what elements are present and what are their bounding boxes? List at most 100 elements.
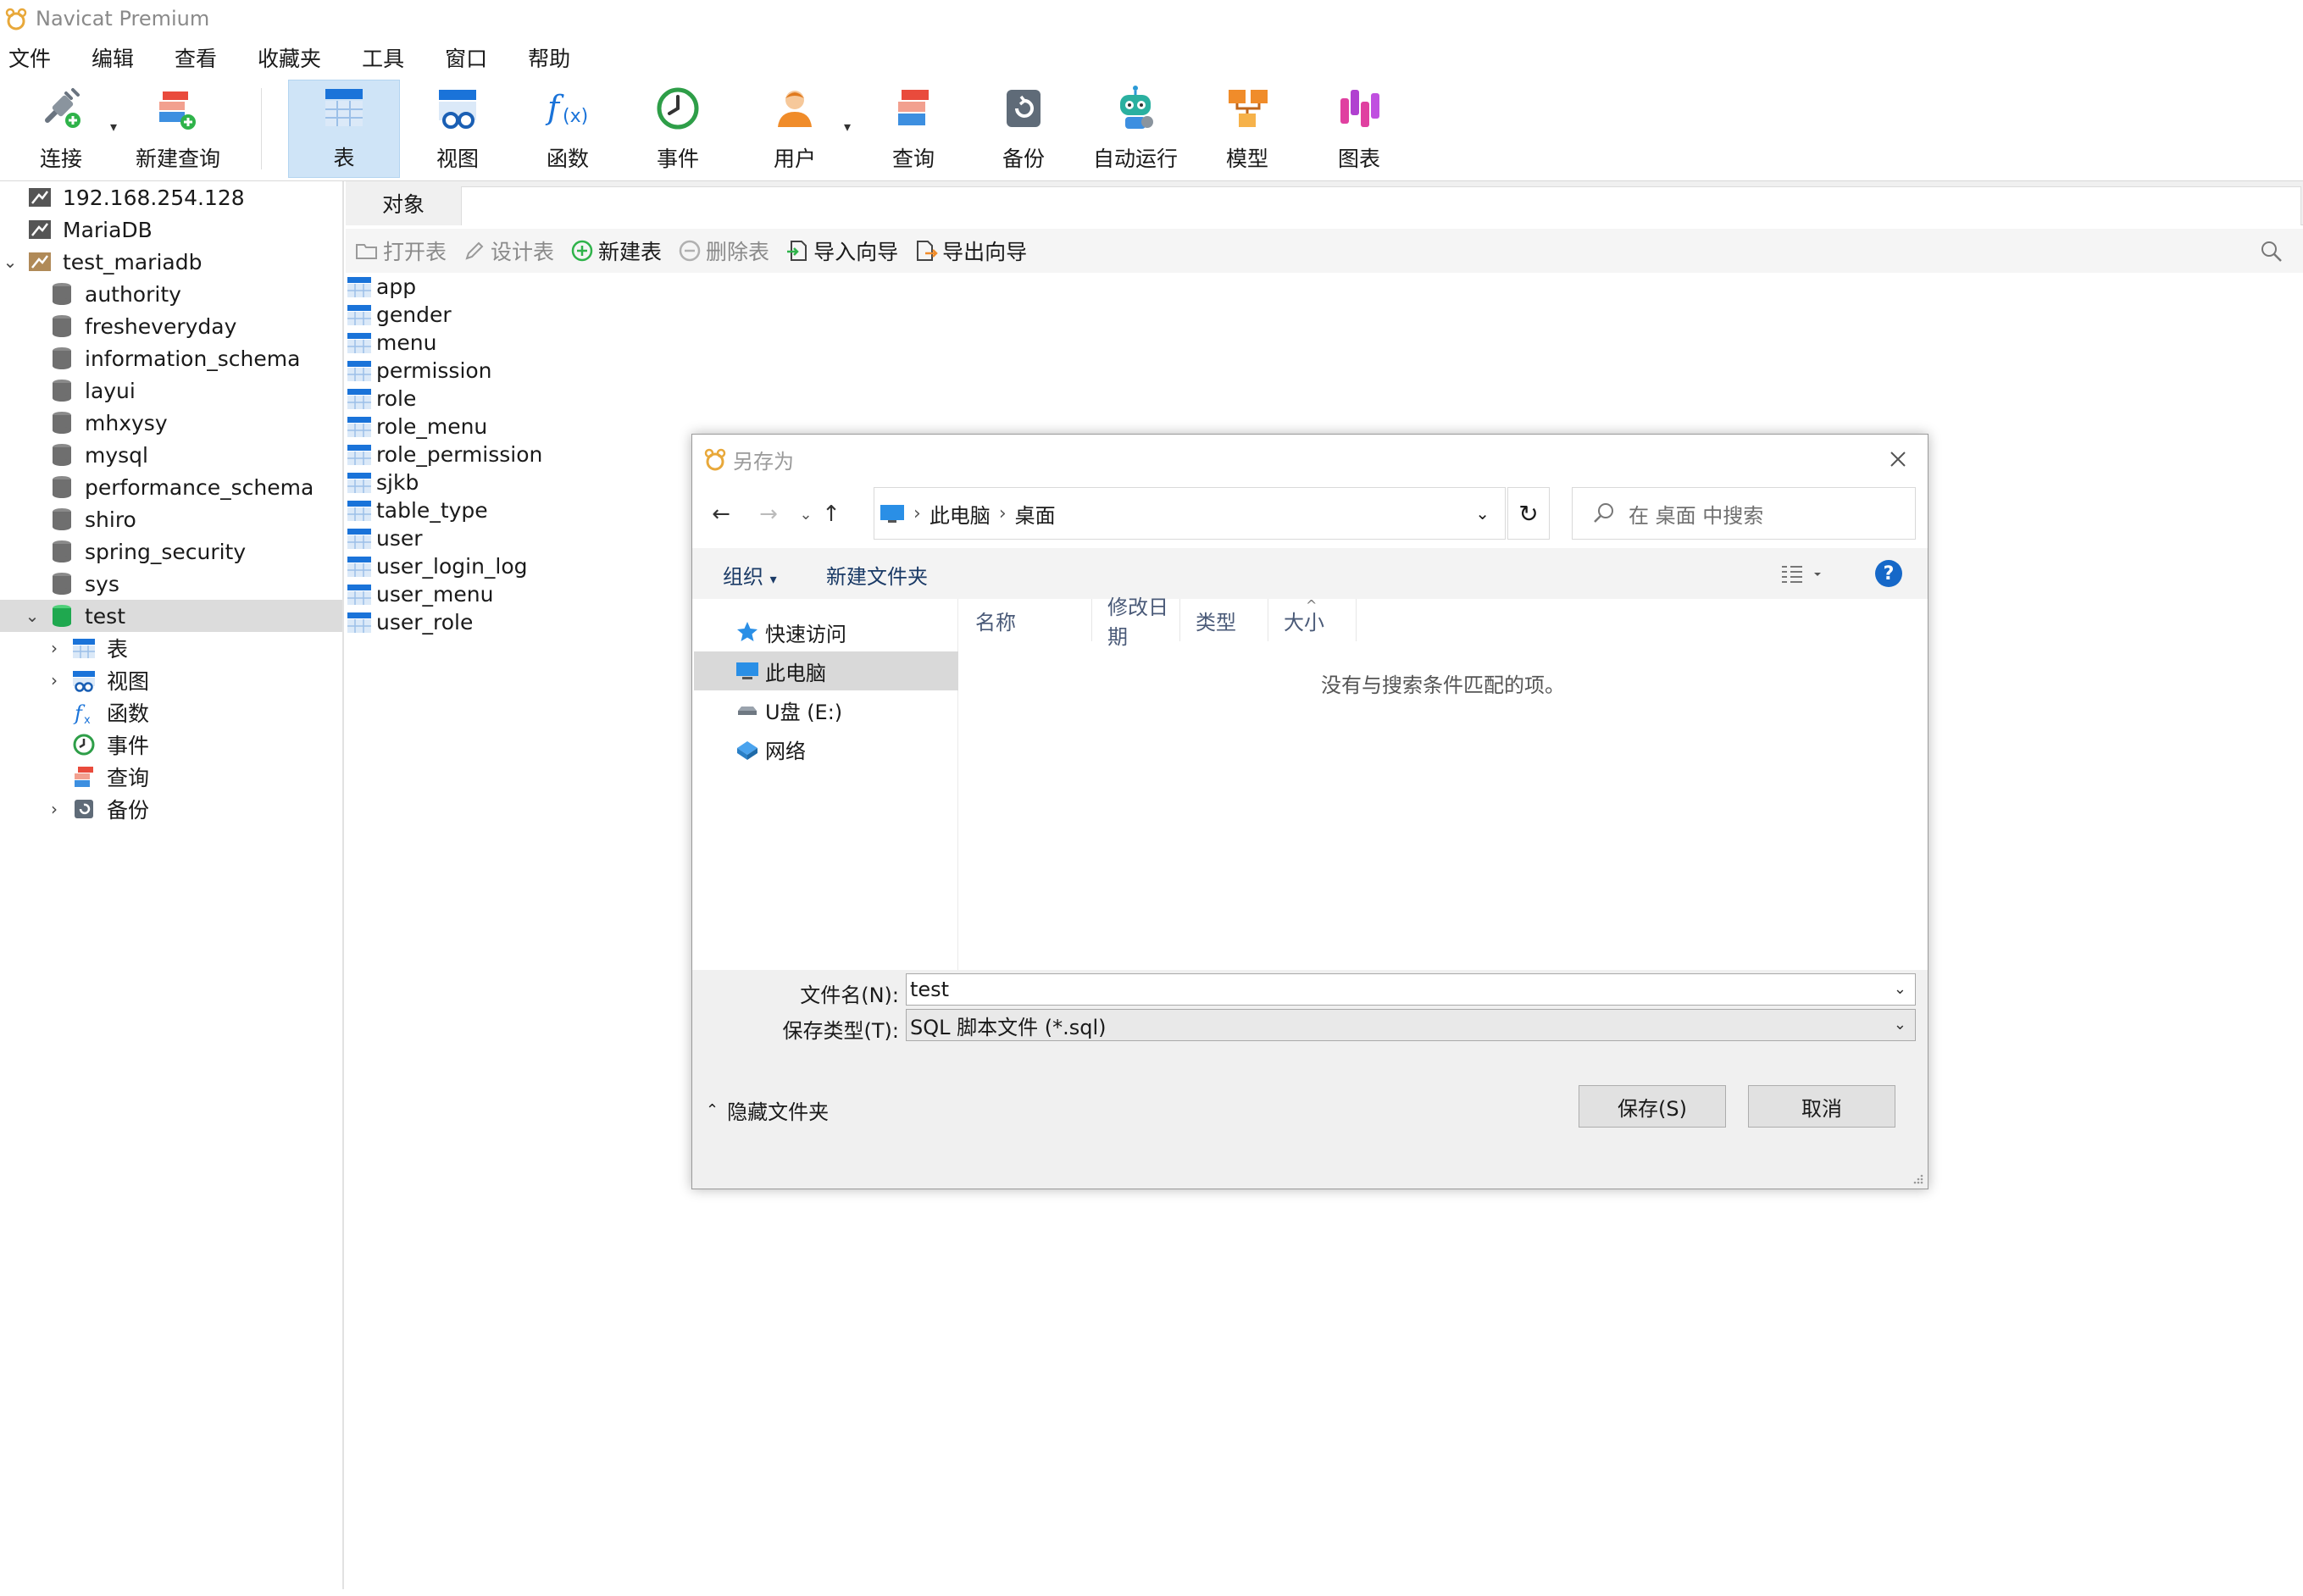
menu-window[interactable]: 窗口 (435, 41, 497, 78)
menu-file[interactable]: 文件 (0, 41, 61, 78)
tab-objects[interactable]: 对象 (346, 181, 461, 225)
view-options-icon[interactable] (1780, 562, 1824, 587)
tree-node-tables[interactable]: › 表 (0, 632, 342, 664)
tree-database-mysql[interactable]: mysql (0, 439, 342, 471)
backup-button[interactable]: 备份 (983, 80, 1064, 178)
table-button[interactable]: 表 (288, 80, 400, 178)
backup-icon (1007, 90, 1041, 127)
up-arrow-icon[interactable]: ↑ (814, 496, 848, 533)
tree-database-mhxysy[interactable]: mhxysy (0, 407, 342, 439)
tree-label: spring_security (85, 539, 247, 564)
tree-node-events[interactable]: 事件 (0, 729, 342, 761)
table-list-item[interactable]: menu (346, 329, 854, 357)
search-icon[interactable] (2259, 239, 2284, 264)
breadcrumb-this-pc[interactable]: 此电脑 (930, 499, 991, 529)
new-table-button[interactable]: 新建表 (569, 236, 662, 266)
cancel-button[interactable]: 取消 (1748, 1085, 1895, 1128)
export-wizard-button[interactable]: 导出向导 (913, 236, 1027, 266)
refresh-icon[interactable]: ↻ (1507, 487, 1550, 540)
help-icon[interactable]: ? (1875, 560, 1902, 587)
connect-dropdown-caret-icon[interactable]: ▾ (110, 119, 117, 135)
tree-database-information-schema[interactable]: information_schema (0, 342, 342, 374)
query-button[interactable]: 查询 (873, 80, 954, 178)
open-table-button[interactable]: 打开表 (354, 236, 447, 266)
tree-node-backups[interactable]: › 备份 (0, 793, 342, 825)
tree-database-layui[interactable]: layui (0, 374, 342, 407)
database-open-icon (53, 605, 71, 627)
menu-view[interactable]: 查看 (164, 41, 227, 78)
address-bar[interactable]: › 此电脑 › 桌面 ⌄ (874, 487, 1506, 540)
column-size[interactable]: 大小 (1268, 599, 1357, 641)
model-button[interactable]: 模型 (1207, 80, 1288, 178)
table-list-item[interactable]: app (346, 273, 854, 301)
tree-node-views[interactable]: › 视图 (0, 664, 342, 696)
dialog-navigation-pane: 快速访问 此电脑 U盘 (E:) 网络 (694, 599, 958, 970)
nav-usb-drive[interactable]: U盘 (E:) (694, 690, 958, 729)
tree-node-functions[interactable]: fx 函数 (0, 696, 342, 729)
automation-button[interactable]: 自动运行 (1088, 80, 1183, 178)
tree-database-spring-security[interactable]: spring_security (0, 535, 342, 568)
tree-database-performance-schema[interactable]: performance_schema (0, 471, 342, 503)
column-name[interactable]: 名称 (960, 599, 1092, 641)
table-list-item[interactable]: role (346, 385, 854, 413)
import-wizard-button[interactable]: 导入向导 (785, 236, 898, 266)
forward-arrow-icon[interactable]: → (752, 496, 785, 533)
new-folder-button[interactable]: 新建文件夹 (826, 560, 928, 590)
view-button[interactable]: 视图 (417, 80, 498, 178)
column-type[interactable]: 类型 (1180, 599, 1268, 641)
nav-network[interactable]: 网络 (694, 729, 958, 768)
filename-input[interactable]: test ⌄ (906, 973, 1916, 1006)
back-arrow-icon[interactable]: ← (704, 496, 738, 533)
resize-grip-icon[interactable] (1911, 1172, 1924, 1185)
organize-caret-icon: ▾ (769, 571, 777, 587)
user-dropdown-caret-icon[interactable]: ▾ (844, 119, 851, 135)
collapsed-chevron-icon[interactable]: › (46, 670, 63, 690)
menu-tools[interactable]: 工具 (352, 41, 414, 78)
expand-chevron-icon[interactable]: ⌄ (24, 606, 41, 626)
tree-node-queries[interactable]: 查询 (0, 761, 342, 793)
import-wizard-label: 导入向导 (813, 240, 899, 264)
menu-help[interactable]: 帮助 (518, 41, 580, 78)
menu-edit[interactable]: 编辑 (81, 41, 144, 78)
connect-button[interactable]: 连接 (19, 80, 103, 178)
model-label: 模型 (1225, 147, 1268, 171)
tree-connection-test-mariadb[interactable]: ⌄ test_mariadb (0, 246, 342, 278)
tree-connection-mariadb[interactable]: MariaDB (0, 213, 342, 246)
filetype-select[interactable]: SQL 脚本文件 (*.sql) ⌄ (906, 1009, 1916, 1041)
collapsed-chevron-icon[interactable]: › (46, 638, 63, 658)
event-button[interactable]: 事件 (637, 80, 719, 178)
chart-label: 图表 (1337, 147, 1380, 171)
close-icon[interactable] (1885, 446, 1911, 472)
table-list-item[interactable]: permission (346, 357, 854, 385)
new-query-button[interactable]: 新建查询 (134, 80, 222, 178)
dialog-search-box[interactable]: 在 桌面 中搜索 (1572, 487, 1916, 540)
tree-database-fresheveryday[interactable]: fresheveryday (0, 310, 342, 342)
tree-database-sys[interactable]: sys (0, 568, 342, 600)
table-icon (347, 556, 371, 577)
tree-label: 备份 (107, 798, 150, 823)
tree-database-test[interactable]: ⌄ test (0, 600, 342, 632)
table-list-item[interactable]: gender (346, 301, 854, 329)
chart-button[interactable]: 图表 (1318, 80, 1400, 178)
filename-dropdown-chevron-icon[interactable]: ⌄ (1894, 980, 1906, 998)
filetype-dropdown-chevron-icon[interactable]: ⌄ (1894, 1016, 1906, 1034)
collapsed-chevron-icon[interactable]: › (46, 799, 63, 819)
design-table-button[interactable]: 设计表 (462, 236, 554, 266)
save-button[interactable]: 保存(S) (1579, 1085, 1726, 1128)
star-icon (737, 622, 757, 641)
breadcrumb-desktop[interactable]: 桌面 (1015, 499, 1056, 529)
menu-favorites[interactable]: 收藏夹 (247, 41, 331, 78)
hide-folders-toggle[interactable]: ⌃ 隐藏文件夹 (706, 1095, 829, 1125)
expand-chevron-icon[interactable]: ⌄ (2, 252, 19, 272)
delete-table-button[interactable]: 删除表 (677, 236, 769, 266)
address-dropdown-chevron-icon[interactable]: ⌄ (1475, 503, 1490, 524)
nav-quick-access[interactable]: 快速访问 (694, 612, 958, 651)
user-button[interactable]: 用户 (754, 80, 835, 178)
tree-database-authority[interactable]: authority (0, 278, 342, 310)
tree-connection-192-168-254-128[interactable]: 192.168.254.128 (0, 181, 342, 213)
organize-button[interactable]: 组织 ▾ (723, 560, 777, 590)
tree-database-shiro[interactable]: shiro (0, 503, 342, 535)
nav-this-pc[interactable]: 此电脑 (694, 651, 958, 690)
function-button[interactable]: f (x) 函数 (527, 80, 608, 178)
column-modified-date[interactable]: 修改日期 (1092, 596, 1180, 649)
